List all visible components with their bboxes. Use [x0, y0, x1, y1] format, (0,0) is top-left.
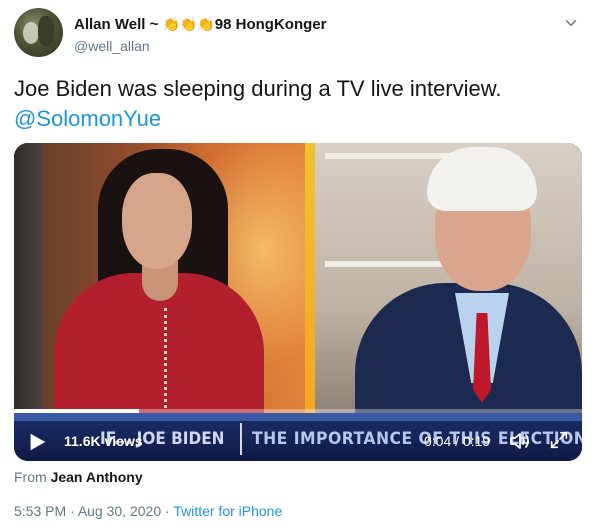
fullscreen-icon[interactable]: [548, 429, 570, 451]
tweet-time[interactable]: 5:53 PM: [14, 503, 66, 519]
display-name[interactable]: Allan Well ~ 👏👏👏98 HongKonger: [74, 14, 326, 35]
avatar[interactable]: [14, 8, 63, 57]
video-player[interactable]: IF... JOE BIDEN THE IMPORTANCE OF THIS E…: [14, 143, 582, 461]
avatar-figure: [23, 22, 39, 44]
attribution-source-link[interactable]: Jean Anthony: [51, 469, 143, 485]
display-name-prefix: Allan Well ~: [74, 16, 163, 33]
client-link[interactable]: Twitter for iPhone: [173, 503, 282, 519]
volume-icon[interactable]: [508, 429, 532, 453]
view-count: 11.6K views: [64, 433, 143, 449]
attribution-prefix: From: [14, 469, 51, 485]
user-info: Allan Well ~ 👏👏👏98 HongKonger @well_alla…: [74, 14, 326, 56]
avatar-shadow: [38, 16, 54, 46]
video-attribution: From Jean Anthony: [14, 469, 143, 485]
tweet-text: Joe Biden was sleeping during a TV live …: [14, 74, 580, 134]
meta-separator: ·: [66, 503, 78, 519]
clapping-hands-icon: 👏👏👏: [162, 16, 215, 32]
split-screen-divider: [305, 143, 315, 413]
anchor-face: [122, 173, 192, 269]
guest-hair: [427, 147, 537, 211]
chevron-down-icon[interactable]: [562, 14, 580, 32]
display-name-suffix: 98 HongKonger: [214, 16, 327, 33]
meta-separator: ·: [161, 503, 174, 519]
mention-link[interactable]: @SolomonYue: [14, 104, 580, 134]
play-icon[interactable]: [26, 431, 48, 453]
lower-third-strip: [14, 413, 582, 421]
tweet-body: Joe Biden was sleeping during a TV live …: [14, 76, 502, 101]
user-handle[interactable]: @well_allan: [74, 36, 326, 56]
video-progress-fill: [14, 409, 139, 413]
tweet-header: Allan Well ~ 👏👏👏98 HongKonger @well_alla…: [14, 8, 584, 60]
tweet-date[interactable]: Aug 30, 2020: [78, 503, 161, 519]
video-right-panel: [315, 143, 582, 423]
video-progress-bar[interactable]: [14, 409, 582, 413]
anchor-necklace: [164, 308, 178, 408]
video-time: 0:04 / 0:19: [424, 433, 491, 449]
video-left-panel: [14, 143, 314, 423]
tweet-card: Allan Well ~ 👏👏👏98 HongKonger @well_alla…: [0, 0, 596, 528]
studio-lamp: [14, 143, 42, 413]
tweet-meta: 5:53 PM · Aug 30, 2020 · Twitter for iPh…: [14, 503, 282, 519]
video-controls: 11.6K views 0:04 / 0:19: [14, 421, 582, 461]
